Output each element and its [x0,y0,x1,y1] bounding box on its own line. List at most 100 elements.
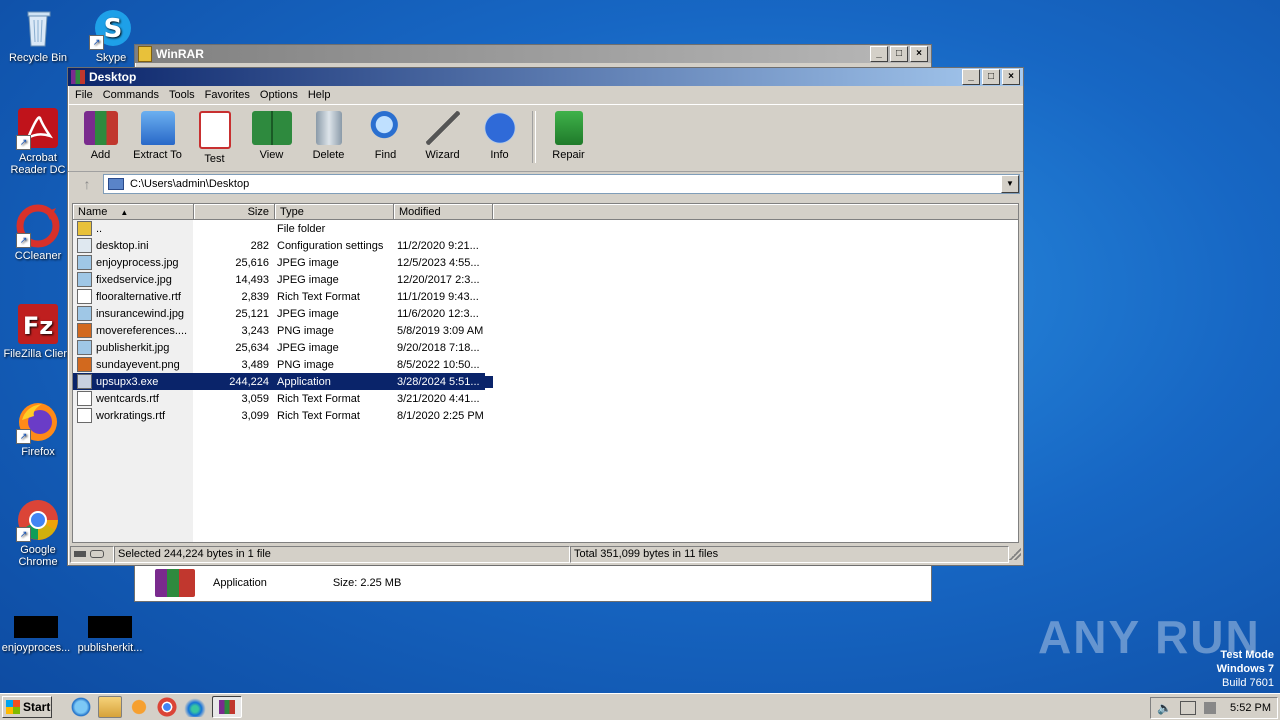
menu-bar: File Commands Tools Favorites Options He… [68,86,1023,104]
cell-size: 2,839 [241,290,269,303]
column-name[interactable]: Name ▲ [73,204,194,220]
shortcut-arrow-icon: ↗ [89,35,104,50]
cell-name: fixedservice.jpg [73,272,193,287]
delete-button[interactable]: Delete [300,109,357,161]
cell-type: Application [273,375,393,388]
table-row[interactable]: enjoyprocess.jpg 25,616 JPEG image 12/5/202… [73,254,1018,271]
address-input[interactable]: C:\Users\admin\Desktop ▼ [103,174,1020,194]
column-type[interactable]: Type [275,204,394,220]
table-row[interactable]: upsupx3.exe 244,224 Application 3/28/2024 5… [73,373,1018,390]
table-row[interactable]: flooralternative.rtf 2,839 Rich Text Forma… [73,288,1018,305]
close-button[interactable]: × [1002,69,1020,85]
shortcut-arrow-icon: ↗ [16,233,31,248]
table-row[interactable]: publisherkit.jpg 25,634 JPEG image 9/20/201… [73,339,1018,356]
os-name-line: Windows 7 [1216,663,1274,675]
menu-commands[interactable]: Commands [98,89,164,101]
menu-file[interactable]: File [70,89,98,101]
window-title: Desktop [89,70,137,84]
table-row[interactable]: workratings.rtf 3,099 Rich Text Format 8/1/… [73,407,1018,424]
address-dropdown-button[interactable]: ▼ [1001,175,1019,193]
repair-button[interactable]: Repair [540,109,597,161]
desktop-icon-recycle-bin[interactable]: Recycle Bin [0,6,76,64]
folder-icon [77,221,92,236]
chrome-taskbar-icon[interactable] [156,697,178,717]
cell-modified: 9/20/2018 7:18... [397,341,480,354]
back-window-titlebar[interactable]: WinRAR _ □ × [135,45,931,63]
find-button[interactable]: Find [357,109,414,161]
menu-options[interactable]: Options [255,89,303,101]
add-button[interactable]: Add [72,109,129,161]
menu-help[interactable]: Help [303,89,336,101]
main-window-titlebar[interactable]: Desktop _ □ × [68,68,1023,86]
cell-modified: 12/5/2023 4:55... [397,256,480,269]
image-file-icon [77,306,92,321]
desktop-icon-chrome[interactable]: ↗ Google Chrome [0,498,76,568]
firefox-icon: ↗ [16,400,60,444]
desktop-icon-enjoyprocess[interactable]: enjoyproces... [0,616,74,654]
ie-icon[interactable] [70,697,92,717]
network-icon[interactable] [1180,701,1197,715]
media-player-icon[interactable] [128,697,150,717]
table-row[interactable]: .. File folder [73,220,1018,237]
cell-modified: 5/8/2019 3:09 AM [397,324,484,337]
winrar-taskbar-icon[interactable] [212,696,242,718]
winrar-title-icon [71,70,85,84]
maximize-button[interactable]: □ [890,46,908,62]
resize-grip-icon[interactable] [1009,548,1021,560]
chrome-icon: ↗ [16,498,60,542]
menu-tools[interactable]: Tools [164,89,200,101]
minimize-button[interactable]: _ [870,46,888,62]
winrar-main-window[interactable]: Desktop _ □ × File Commands Tools Favori… [67,67,1024,566]
edge-icon[interactable] [184,697,206,717]
desktop-icon-ccleaner[interactable]: ↗ CCleaner [0,204,76,262]
image-thumbnail-icon [88,616,132,640]
table-row[interactable]: movereferences.... 3,243 PNG image 5/8/2019… [73,322,1018,339]
file-list[interactable]: Name ▲ Size Type Modified .. File folder d… [72,203,1019,543]
ccleaner-icon: ↗ [16,204,60,248]
magic-wand-icon [425,111,460,145]
cell-size: 14,493 [235,273,269,286]
sort-ascending-icon: ▲ [120,208,129,217]
desktop-icon-firefox[interactable]: ↗ Firefox [0,400,76,458]
app-size-label: Size: 2.25 MB [332,577,402,589]
svg-text:Fz: Fz [23,312,53,340]
maximize-button[interactable]: □ [982,69,1000,85]
cell-type: JPEG image [277,341,339,354]
system-tray: 🔈 5:52 PM [1150,697,1278,719]
info-button[interactable]: Info [471,109,528,161]
flag-icon[interactable] [1204,702,1217,714]
wizard-button[interactable]: Wizard [414,109,471,161]
up-folder-button[interactable]: ↑ [71,174,103,194]
desktop-icon-filezilla[interactable]: Fz FileZilla Client [0,302,76,360]
table-row[interactable]: wentcards.rtf 3,059 Rich Text Format 3/21/2… [73,390,1018,407]
start-button[interactable]: Start [2,696,52,718]
address-bar: ↑ C:\Users\admin\Desktop ▼ [68,172,1023,196]
test-button[interactable]: Test [186,109,243,165]
clock[interactable]: 5:52 PM [1230,702,1271,714]
menu-favorites[interactable]: Favorites [200,89,255,101]
table-row[interactable]: sundayevent.png 3,489 PNG image 8/5/2022 10… [73,356,1018,373]
speaker-icon[interactable]: 🔈 [1157,701,1172,715]
desktop-icon-label: enjoyproces... [1,642,71,654]
extract-label: Extract To [133,149,182,161]
column-size-label: Size [247,206,269,218]
extract-to-button[interactable]: Extract To [129,109,186,161]
desktop-icon-acrobat[interactable]: ↗ Acrobat Reader DC [0,106,76,176]
cell-name: enjoyprocess.jpg [73,255,193,270]
folder-extract-icon [140,111,175,145]
test-label: Test [204,153,225,165]
close-button[interactable]: × [910,46,928,62]
cell-size: 3,243 [241,324,269,337]
table-row[interactable]: desktop.ini 282 Configuration settings 11/2… [73,237,1018,254]
table-row[interactable]: fixedservice.jpg 14,493 JPEG image 12/20/20… [73,271,1018,288]
column-size[interactable]: Size [194,204,275,220]
winrar-title-icon [138,46,152,62]
table-row[interactable]: insurancewind.jpg 25,121 JPEG image 11/6/20… [73,305,1018,322]
explorer-icon[interactable] [98,696,122,718]
column-modified[interactable]: Modified [394,204,493,220]
desktop-icon-publisherkit[interactable]: publisherkit... [72,616,148,654]
clipboard-check-icon [198,111,231,149]
file-name: workratings.rtf [96,409,166,422]
minimize-button[interactable]: _ [962,69,980,85]
view-button[interactable]: View [243,109,300,161]
